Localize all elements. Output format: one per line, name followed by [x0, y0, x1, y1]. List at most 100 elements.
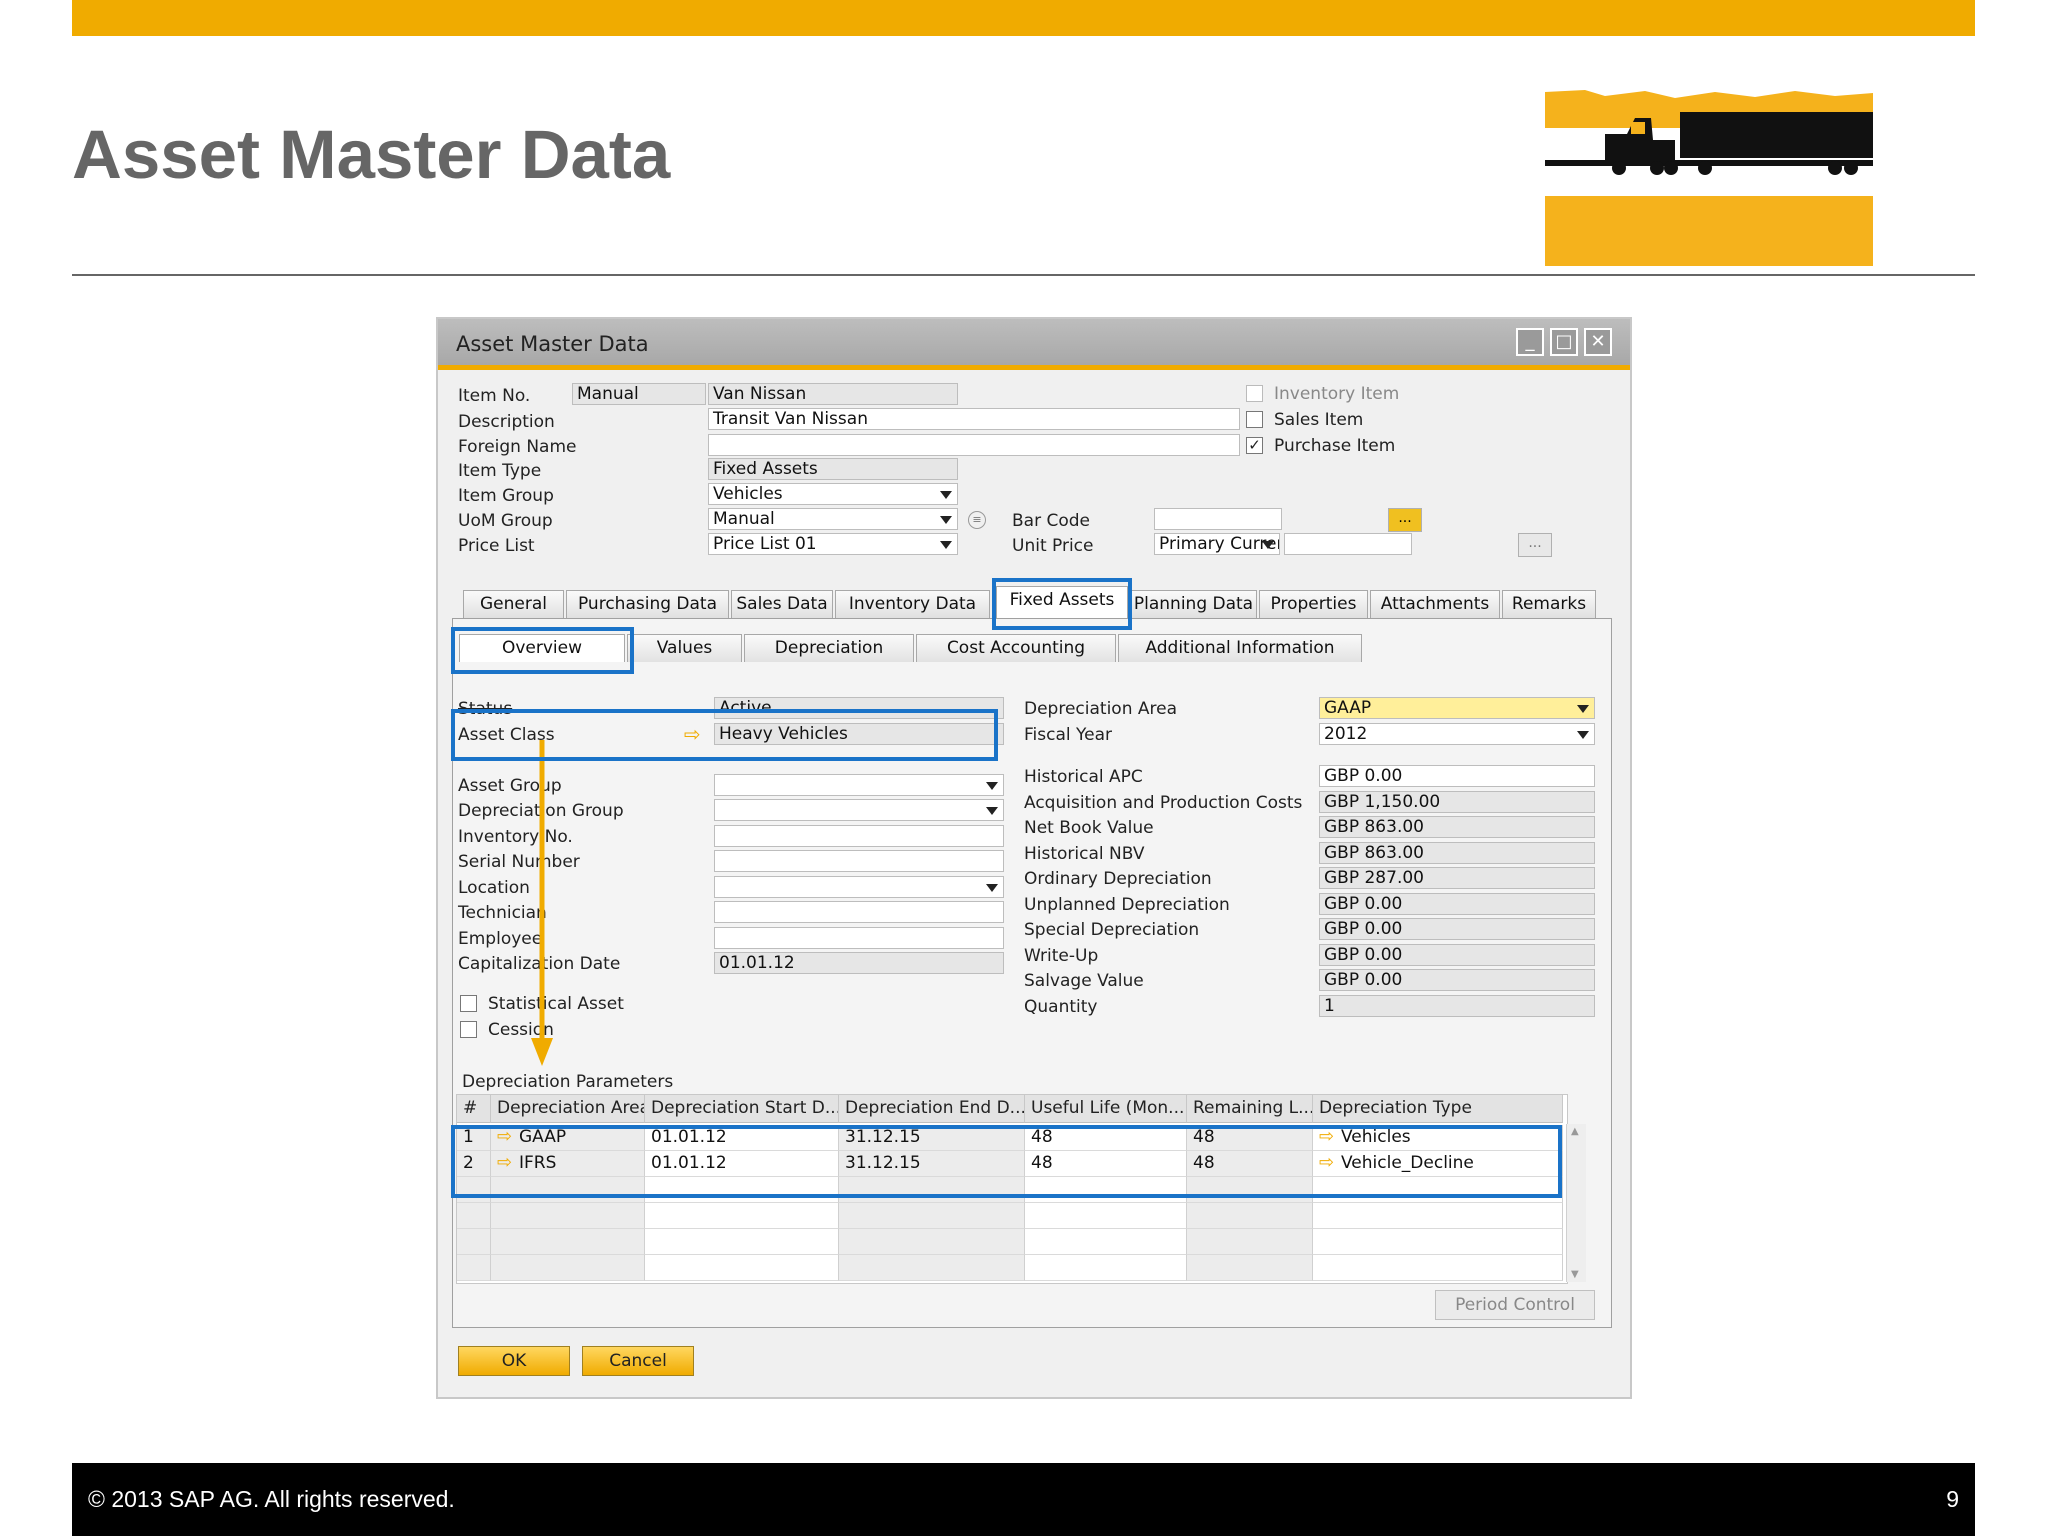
grid-cell[interactable]: 1 — [457, 1125, 491, 1151]
value-field[interactable]: GBP 0.00 — [1319, 944, 1595, 966]
capitalization-date-field[interactable]: 01.01.12 — [714, 952, 1004, 974]
grid-cell[interactable] — [1187, 1255, 1313, 1281]
grid-header-cell[interactable]: Depreciation Start D... — [645, 1095, 839, 1123]
value-field[interactable]: GBP 0.00 — [1319, 969, 1595, 991]
asset-class-field[interactable]: Heavy Vehicles — [714, 723, 1004, 745]
description-field[interactable]: Transit Van Nissan — [708, 408, 1240, 430]
close-icon[interactable]: ✕ — [1584, 328, 1612, 356]
grid-cell[interactable] — [839, 1203, 1025, 1229]
grid-cell[interactable] — [645, 1229, 839, 1255]
depreciation-group-dropdown[interactable] — [714, 799, 1004, 821]
scroll-up-icon[interactable]: ▲ — [1571, 1126, 1579, 1137]
tab-general[interactable]: General — [463, 590, 564, 618]
grid-cell[interactable]: ⇨ Vehicle_Decline — [1313, 1151, 1563, 1177]
grid-scrollbar[interactable]: ▲ ▼ — [1566, 1124, 1586, 1282]
fiscal-year-dropdown[interactable]: 2012 — [1319, 723, 1595, 745]
grid-cell[interactable]: 01.01.12 — [645, 1125, 839, 1151]
grid-cell[interactable] — [1025, 1203, 1187, 1229]
link-arrow-icon[interactable]: ⇨ — [684, 722, 701, 746]
grid-cell[interactable] — [839, 1255, 1025, 1281]
grid-cell[interactable]: 48 — [1025, 1125, 1187, 1151]
purchase-item-checkbox[interactable]: ✓ — [1246, 437, 1263, 454]
value-field[interactable]: GBP 863.00 — [1319, 842, 1595, 864]
item-type-field[interactable]: Fixed Assets — [708, 458, 958, 480]
grid-cell[interactable] — [645, 1177, 839, 1203]
grid-header-cell[interactable]: Remaining L... — [1187, 1095, 1313, 1123]
tab-purchasing-data[interactable]: Purchasing Data — [566, 590, 729, 618]
location-dropdown[interactable] — [714, 876, 1004, 898]
tab-inventory-data[interactable]: Inventory Data — [835, 590, 990, 618]
grid-header-cell[interactable]: Depreciation Area — [491, 1095, 645, 1123]
window-titlebar[interactable]: Asset Master Data _ □ ✕ — [438, 319, 1630, 365]
employee-field[interactable] — [714, 927, 1004, 949]
link-arrow-icon[interactable]: ⇨ — [497, 1151, 519, 1175]
cancel-button[interactable]: Cancel — [582, 1346, 694, 1376]
grid-cell[interactable] — [457, 1229, 491, 1255]
grid-cell[interactable] — [645, 1255, 839, 1281]
grid-cell[interactable] — [1025, 1177, 1187, 1203]
value-field[interactable]: GBP 0.00 — [1319, 893, 1595, 915]
technician-field[interactable] — [714, 901, 1004, 923]
statistical-asset-checkbox[interactable] — [460, 995, 477, 1012]
link-arrow-icon[interactable]: ⇨ — [497, 1125, 519, 1149]
subtab-cost-accounting[interactable]: Cost Accounting — [916, 634, 1116, 662]
subtab-additional-information[interactable]: Additional Information — [1118, 634, 1362, 662]
unit-price-field[interactable] — [1284, 533, 1412, 555]
grid-cell[interactable]: 48 — [1187, 1151, 1313, 1177]
tab-remarks[interactable]: Remarks — [1502, 590, 1596, 618]
tab-sales-data[interactable]: Sales Data — [731, 590, 833, 618]
bar-code-lookup-button[interactable]: ... — [1388, 508, 1422, 532]
info-icon[interactable]: ≡ — [968, 511, 986, 529]
maximize-icon[interactable]: □ — [1550, 328, 1578, 356]
minimize-icon[interactable]: _ — [1516, 328, 1544, 356]
tab-properties[interactable]: Properties — [1259, 590, 1368, 618]
grid-cell[interactable] — [457, 1203, 491, 1229]
grid-cell[interactable] — [457, 1255, 491, 1281]
grid-cell[interactable] — [1313, 1177, 1563, 1203]
grid-cell[interactable]: 48 — [1187, 1125, 1313, 1151]
grid-cell[interactable] — [491, 1203, 645, 1229]
subtab-overview[interactable]: Overview — [459, 634, 625, 662]
grid-cell[interactable] — [1187, 1177, 1313, 1203]
grid-cell[interactable]: 31.12.15 — [839, 1125, 1025, 1151]
grid-header-cell[interactable]: Depreciation End D... — [839, 1095, 1025, 1123]
cession-checkbox[interactable] — [460, 1021, 477, 1038]
tab-planning-data[interactable]: Planning Data — [1130, 590, 1257, 618]
grid-cell[interactable] — [1313, 1255, 1563, 1281]
value-field[interactable]: GBP 0.00 — [1319, 765, 1595, 787]
grid-cell[interactable]: 01.01.12 — [645, 1151, 839, 1177]
value-field[interactable]: GBP 1,150.00 — [1319, 791, 1595, 813]
asset-group-dropdown[interactable] — [714, 774, 1004, 796]
uom-group-dropdown[interactable]: Manual — [708, 508, 958, 530]
grid-cell[interactable] — [1025, 1255, 1187, 1281]
scroll-down-icon[interactable]: ▼ — [1571, 1269, 1579, 1280]
grid-cell[interactable]: 2 — [457, 1151, 491, 1177]
inventory-no-field[interactable] — [714, 825, 1004, 847]
grid-cell[interactable] — [1187, 1229, 1313, 1255]
ok-button[interactable]: OK — [458, 1346, 570, 1376]
subtab-depreciation[interactable]: Depreciation — [744, 634, 914, 662]
grid-cell[interactable] — [1313, 1203, 1563, 1229]
foreign-name-field[interactable] — [708, 434, 1240, 456]
link-arrow-icon[interactable]: ⇨ — [1319, 1151, 1341, 1175]
value-field[interactable]: GBP 287.00 — [1319, 867, 1595, 889]
grid-cell[interactable] — [1187, 1203, 1313, 1229]
inventory-item-checkbox[interactable] — [1246, 385, 1263, 402]
price-list-dropdown[interactable]: Price List 01 — [708, 533, 958, 555]
grid-cell[interactable] — [491, 1177, 645, 1203]
grid-header-cell[interactable]: # — [457, 1095, 491, 1123]
grid-cell[interactable] — [1313, 1229, 1563, 1255]
tab-attachments[interactable]: Attachments — [1370, 590, 1500, 618]
value-field[interactable]: GBP 0.00 — [1319, 918, 1595, 940]
grid-cell[interactable] — [457, 1177, 491, 1203]
grid-cell[interactable] — [839, 1229, 1025, 1255]
period-control-button[interactable]: Period Control — [1435, 1290, 1595, 1320]
grid-header-cell[interactable]: Useful Life (Mon... — [1025, 1095, 1187, 1123]
grid-cell[interactable] — [491, 1255, 645, 1281]
grid-cell[interactable]: ⇨ GAAP — [491, 1125, 645, 1151]
grid-cell[interactable] — [839, 1177, 1025, 1203]
bar-code-field[interactable] — [1154, 508, 1282, 530]
value-field[interactable]: 1 — [1319, 995, 1595, 1017]
serial-number-field[interactable] — [714, 850, 1004, 872]
grid-cell[interactable]: ⇨ Vehicles — [1313, 1125, 1563, 1151]
